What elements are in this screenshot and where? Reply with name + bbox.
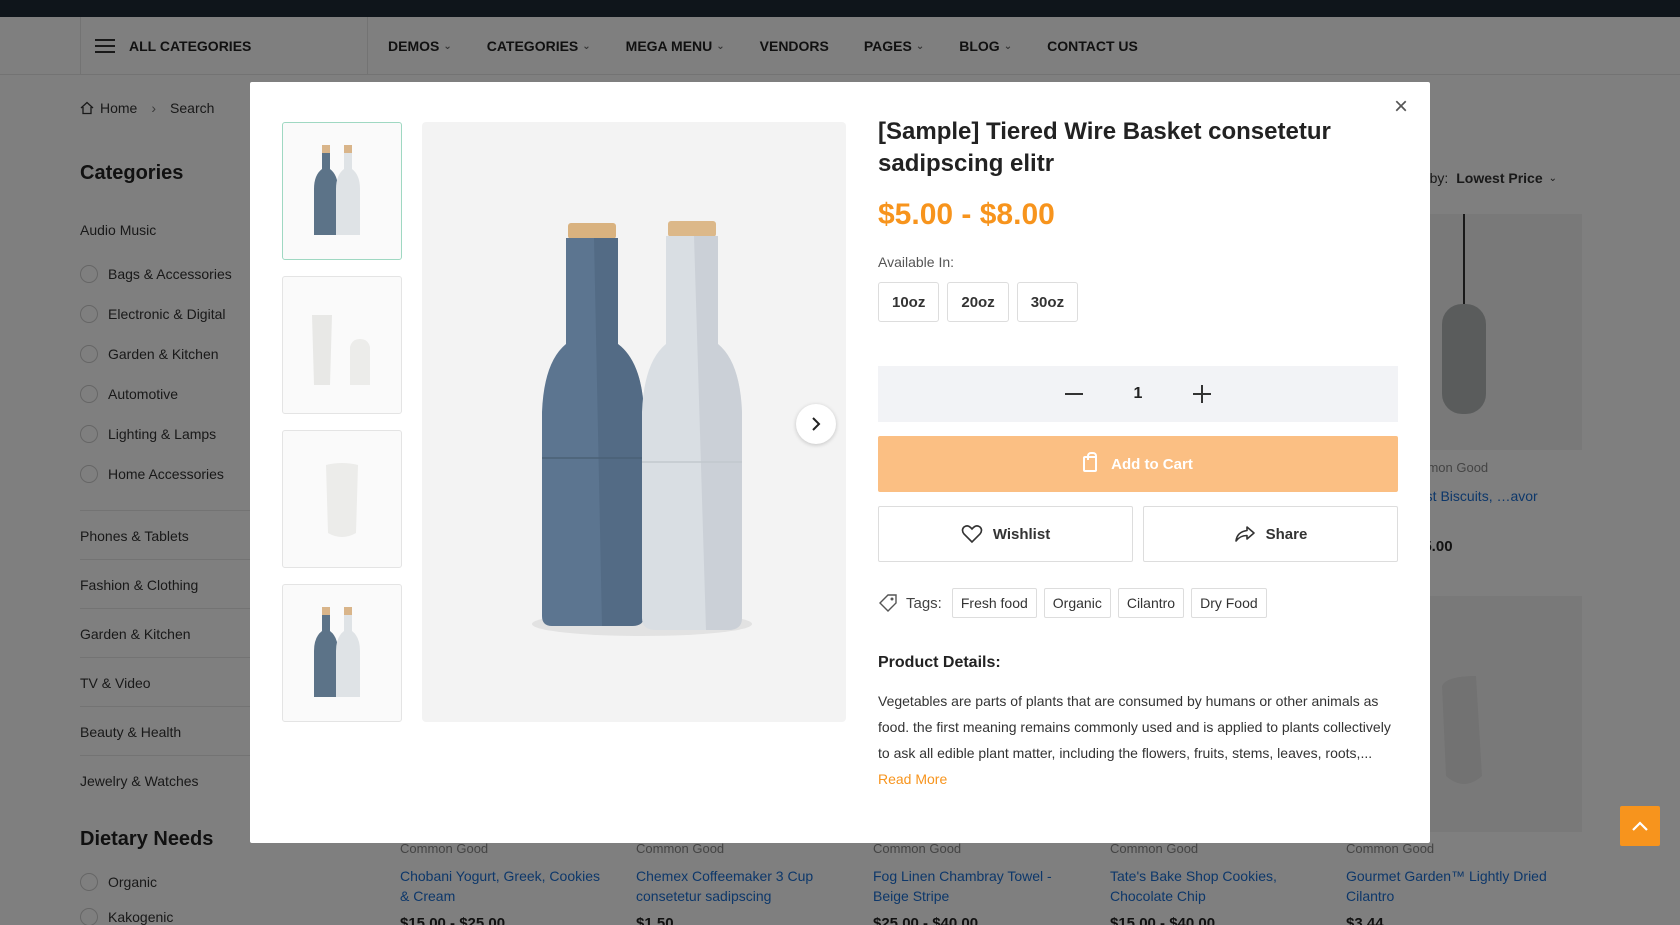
product-description: Vegetables are parts of plants that are … (878, 688, 1393, 792)
wishlist-button[interactable]: Wishlist (878, 506, 1133, 562)
product-photo (532, 221, 752, 636)
add-to-cart-button[interactable]: Add to Cart (878, 436, 1398, 492)
heart-icon (961, 525, 983, 544)
size-option-30oz[interactable]: 30oz (1016, 282, 1079, 322)
quick-view-modal: × [Sample] Tiered Wire Basket consetetur… (250, 82, 1430, 843)
tag-fresh-food[interactable]: Fresh food (951, 588, 1037, 618)
size-options: 10oz 20oz 30oz (878, 282, 1398, 322)
quantity-value[interactable]: 1 (1134, 385, 1143, 403)
quantity-stepper: 1 (878, 366, 1398, 422)
product-title: [Sample] Tiered Wire Basket consetetur s… (878, 118, 1331, 177)
back-to-top-button[interactable] (1620, 806, 1660, 846)
product-thumbnail-image (314, 145, 360, 235)
secondary-actions: Wishlist Share (878, 506, 1398, 562)
description-text: Vegetables are parts of plants that are … (878, 693, 1391, 761)
next-image-button[interactable] (796, 404, 836, 444)
share-label: Share (1265, 525, 1308, 543)
available-in-label: Available In: (878, 254, 955, 270)
product-thumbnail-image (314, 607, 360, 697)
shopping-bag-icon (1083, 452, 1098, 472)
product-info: [Sample] Tiered Wire Basket consetetur s… (878, 116, 1398, 792)
product-tags: Tags: Fresh food Organic Cilantro Dry Fo… (878, 588, 1398, 618)
chevron-up-icon (1632, 821, 1648, 831)
minus-icon (1064, 393, 1083, 395)
tag-icon (879, 594, 897, 612)
product-main-image[interactable] (422, 122, 846, 722)
tag-dry-food[interactable]: Dry Food (1191, 588, 1267, 618)
size-option-10oz[interactable]: 10oz (878, 282, 940, 322)
decrease-quantity-button[interactable] (1062, 382, 1086, 406)
increase-quantity-button[interactable] (1190, 382, 1214, 406)
add-to-cart-label: Add to Cart (1111, 455, 1193, 473)
plus-icon (1193, 385, 1212, 403)
tags-label: Tags: (906, 594, 942, 612)
close-icon[interactable]: × (1390, 95, 1412, 119)
thumbnail-3[interactable] (282, 430, 402, 568)
wishlist-label: Wishlist (992, 525, 1051, 543)
size-option-20oz[interactable]: 20oz (947, 282, 1009, 322)
share-icon (1234, 526, 1255, 542)
product-details-heading: Product Details: (878, 654, 1001, 671)
product-thumbnail-image (312, 315, 370, 385)
product-price: $5.00 - $8.00 (878, 198, 1055, 231)
chevron-right-icon (812, 417, 821, 431)
read-more-link[interactable]: Read More (878, 771, 947, 787)
thumbnail-1[interactable] (282, 122, 402, 260)
thumbnail-4[interactable] (282, 584, 402, 722)
tag-organic[interactable]: Organic (1043, 588, 1111, 618)
thumbnail-2[interactable] (282, 276, 402, 414)
share-button[interactable]: Share (1143, 506, 1398, 562)
product-thumbnail-image (326, 463, 358, 537)
tag-cilantro[interactable]: Cilantro (1117, 588, 1185, 618)
